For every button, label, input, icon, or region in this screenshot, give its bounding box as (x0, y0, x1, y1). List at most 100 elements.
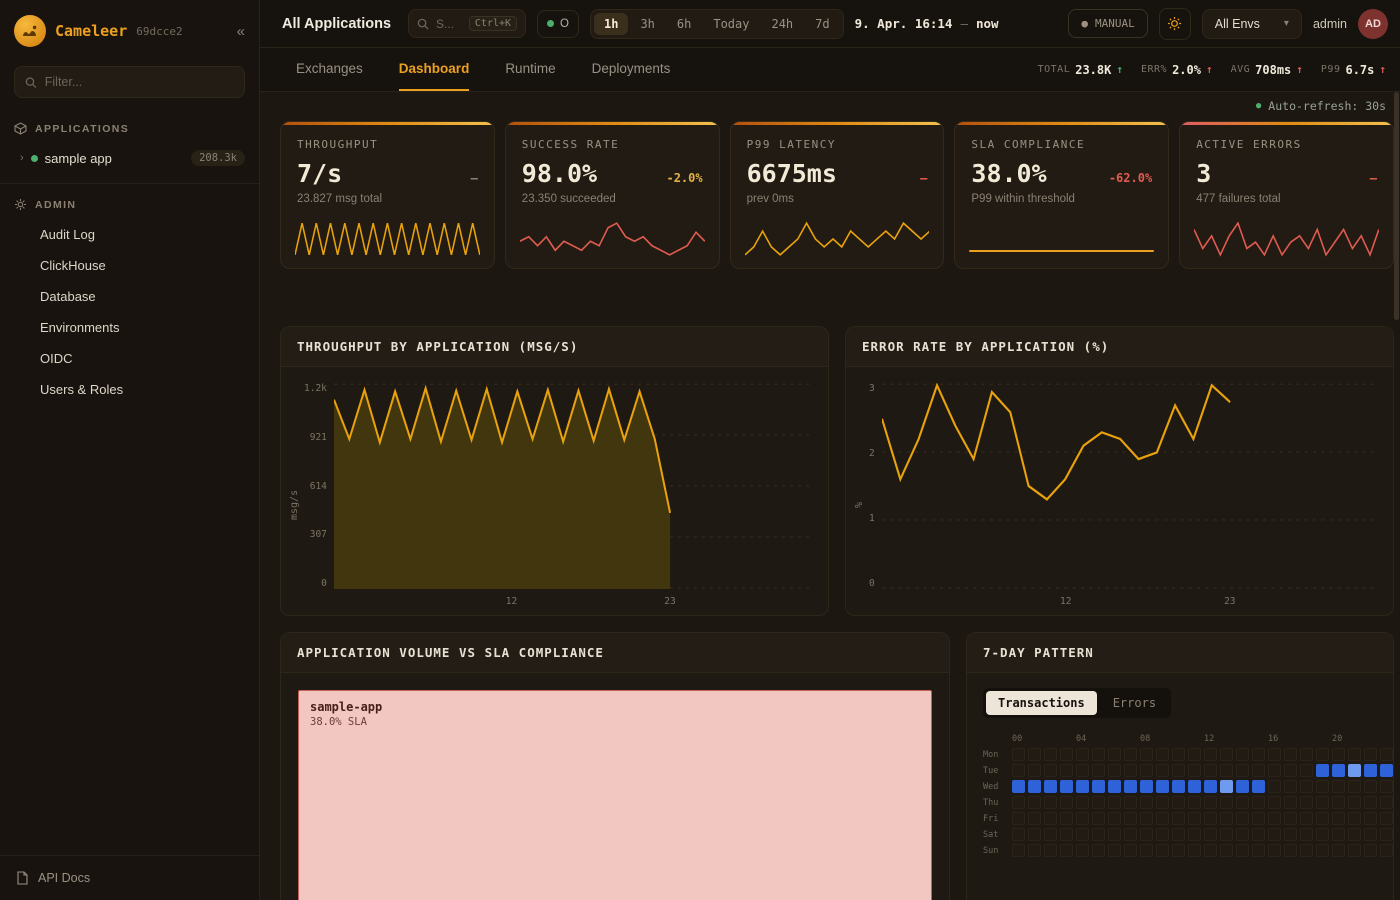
tab-deployments[interactable]: Deployments (592, 48, 671, 91)
heatmap-cell[interactable] (1252, 828, 1265, 841)
heatmap-cell[interactable] (1204, 764, 1217, 777)
time-range-24h[interactable]: 24h (761, 13, 803, 35)
heatmap-cell[interactable] (1092, 748, 1105, 761)
heatmap-cell[interactable] (1076, 844, 1089, 857)
heatmap-cell[interactable] (1188, 796, 1201, 809)
heatmap-cell[interactable] (1300, 780, 1313, 793)
sidebar-item-database[interactable]: Database (0, 281, 259, 312)
heatmap-cell[interactable] (1380, 796, 1393, 809)
heatmap-cell[interactable] (1044, 812, 1057, 825)
heatmap-cell[interactable] (1124, 780, 1137, 793)
heatmap-cell[interactable] (1316, 844, 1329, 857)
heatmap-cell[interactable] (1188, 764, 1201, 777)
time-range-1h[interactable]: 1h (594, 13, 628, 35)
heatmap-cell[interactable] (1204, 796, 1217, 809)
heatmap-cell[interactable] (1076, 828, 1089, 841)
heatmap-cell[interactable] (1380, 764, 1393, 777)
heatmap-cell[interactable] (1012, 828, 1025, 841)
heatmap-cell[interactable] (1028, 748, 1041, 761)
heatmap-cell[interactable] (1012, 748, 1025, 761)
heatmap-cell[interactable] (1220, 796, 1233, 809)
heatmap-cell[interactable] (1332, 764, 1345, 777)
heatmap-cell[interactable] (1188, 780, 1201, 793)
heatmap-cell[interactable] (1316, 828, 1329, 841)
heatmap-cell[interactable] (1012, 844, 1025, 857)
tab-dashboard[interactable]: Dashboard (399, 48, 470, 91)
heatmap-cell[interactable] (1236, 828, 1249, 841)
heatmap-cell[interactable] (1220, 828, 1233, 841)
heatmap-cell[interactable] (1076, 780, 1089, 793)
heatmap-cell[interactable] (1300, 764, 1313, 777)
heatmap-cell[interactable] (1028, 828, 1041, 841)
heatmap-cell[interactable] (1348, 764, 1361, 777)
heatmap-cell[interactable] (1284, 844, 1297, 857)
heatmap-cell[interactable] (1364, 780, 1377, 793)
heatmap-cell[interactable] (1284, 748, 1297, 761)
heatmap-cell[interactable] (1332, 796, 1345, 809)
heatmap-cell[interactable] (1252, 844, 1265, 857)
heatmap-cell[interactable] (1236, 844, 1249, 857)
heatmap-cell[interactable] (1140, 828, 1153, 841)
heatmap-cell[interactable] (1204, 828, 1217, 841)
heatmap-cell[interactable] (1316, 748, 1329, 761)
heatmap-cell[interactable] (1028, 796, 1041, 809)
heatmap-cell[interactable] (1124, 828, 1137, 841)
heatmap-cell[interactable] (1140, 780, 1153, 793)
heatmap-cell[interactable] (1124, 844, 1137, 857)
heatmap-cell[interactable] (1156, 828, 1169, 841)
heatmap-cell[interactable] (1236, 796, 1249, 809)
heatmap-cell[interactable] (1268, 780, 1281, 793)
heatmap-cell[interactable] (1380, 748, 1393, 761)
heatmap-cell[interactable] (1028, 780, 1041, 793)
heatmap-cell[interactable] (1268, 828, 1281, 841)
heatmap-cell[interactable] (1044, 828, 1057, 841)
heatmap-cell[interactable] (1204, 812, 1217, 825)
heatmap-cell[interactable] (1172, 796, 1185, 809)
heatmap-cell[interactable] (1044, 780, 1057, 793)
heatmap-cell[interactable] (1092, 764, 1105, 777)
heatmap-cell[interactable] (1220, 844, 1233, 857)
heatmap-cell[interactable] (1332, 812, 1345, 825)
heatmap-cell[interactable] (1252, 780, 1265, 793)
heatmap-cell[interactable] (1012, 812, 1025, 825)
heatmap-cell[interactable] (1204, 780, 1217, 793)
heatmap-cell[interactable] (1348, 844, 1361, 857)
heatmap-cell[interactable] (1300, 748, 1313, 761)
heatmap-cell[interactable] (1348, 780, 1361, 793)
heatmap-cell[interactable] (1348, 796, 1361, 809)
heatmap-cell[interactable] (1092, 796, 1105, 809)
heatmap-cell[interactable] (1268, 796, 1281, 809)
heatmap-cell[interactable] (1284, 812, 1297, 825)
heatmap-cell[interactable] (1220, 812, 1233, 825)
heatmap-cell[interactable] (1108, 844, 1121, 857)
heatmap-cell[interactable] (1220, 764, 1233, 777)
chevron-right-icon[interactable]: › (20, 152, 24, 164)
theme-toggle-button[interactable] (1159, 8, 1191, 40)
heatmap-cell[interactable] (1188, 844, 1201, 857)
heatmap-cell[interactable] (1284, 764, 1297, 777)
heatmap-cell[interactable] (1316, 796, 1329, 809)
heatmap-cell[interactable] (1060, 764, 1073, 777)
heatmap-cell[interactable] (1028, 812, 1041, 825)
heatmap-cell[interactable] (1220, 780, 1233, 793)
heatmap-cell[interactable] (1332, 748, 1345, 761)
heatmap-cell[interactable] (1044, 796, 1057, 809)
sidebar-item-users-roles[interactable]: Users & Roles (0, 374, 259, 405)
heatmap-cell[interactable] (1108, 764, 1121, 777)
tab-runtime[interactable]: Runtime (505, 48, 555, 91)
heatmap-cell[interactable] (1076, 748, 1089, 761)
global-search-button[interactable]: S... Ctrl+K (408, 9, 526, 38)
heatmap-cell[interactable] (1364, 796, 1377, 809)
sidebar-item-sample-app[interactable]: › sample app 208.3k (0, 143, 259, 173)
heatmap-cell[interactable] (1156, 780, 1169, 793)
heatmap-cell[interactable] (1188, 812, 1201, 825)
heatmap-cell[interactable] (1140, 844, 1153, 857)
heatmap-cell[interactable] (1060, 780, 1073, 793)
heatmap-cell[interactable] (1092, 844, 1105, 857)
heatmap-cell[interactable] (1300, 844, 1313, 857)
heatmap-cell[interactable] (1092, 828, 1105, 841)
heatmap-cell[interactable] (1140, 748, 1153, 761)
heatmap-cell[interactable] (1012, 780, 1025, 793)
heatmap-cell[interactable] (1380, 828, 1393, 841)
heatmap-cell[interactable] (1172, 748, 1185, 761)
